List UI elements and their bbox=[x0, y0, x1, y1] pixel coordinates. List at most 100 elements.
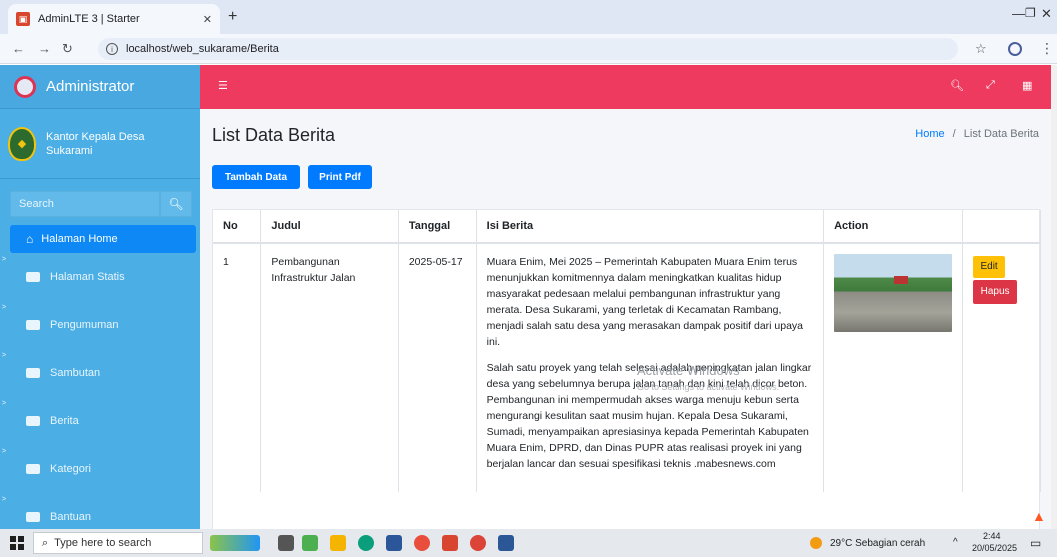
url-input[interactable]: i localhost/web_sukarame/Berita bbox=[98, 38, 958, 60]
sidebar-search: 🔍︎ bbox=[10, 191, 192, 217]
taskbar-search-box[interactable]: ⌕ Type here to search bbox=[33, 532, 203, 554]
berita-photo bbox=[834, 254, 953, 332]
new-tab-icon[interactable]: + bbox=[228, 8, 237, 26]
table-header-row: No Judul Tanggal Isi Berita Action bbox=[213, 210, 1041, 244]
sidebar-item-label: Bantuan bbox=[50, 511, 91, 523]
table-icon bbox=[26, 272, 40, 282]
forward-icon[interactable]: → bbox=[38, 41, 51, 56]
activate-windows-title: Activate Windows bbox=[637, 363, 740, 378]
profile-icon[interactable] bbox=[1008, 42, 1022, 56]
brand-logo-icon bbox=[14, 75, 36, 98]
berita-table: No Judul Tanggal Isi Berita Action 1 Pem… bbox=[213, 210, 1041, 492]
sidebar-search-input[interactable] bbox=[10, 191, 160, 217]
top-navbar: ☰ 🔍︎ ⤢ ▦ bbox=[200, 65, 1057, 109]
flame-icon: ▲ bbox=[1032, 508, 1046, 524]
navbar-search-icon[interactable]: 🔍︎ bbox=[950, 79, 964, 93]
browser-tab[interactable]: ▣ AdminLTE 3 | Starter ✕ bbox=[8, 4, 220, 34]
fullscreen-icon[interactable]: ⤢ bbox=[986, 79, 1000, 93]
task-view-icon[interactable] bbox=[278, 535, 294, 551]
table-icon bbox=[26, 368, 40, 378]
clock-date[interactable]: 20/05/2025 bbox=[972, 543, 1017, 553]
browser-tabbar: ▣ AdminLTE 3 | Starter ✕ + — ❐ ✕ bbox=[0, 0, 1057, 34]
sidebar-item-label: Halaman Home bbox=[41, 233, 118, 245]
col-isi-berita-header[interactable]: Isi Berita bbox=[476, 210, 825, 244]
breadcrumb-separator: / bbox=[952, 128, 956, 140]
windows-taskbar: ⌕ Type here to search 29°C Sebagian cera… bbox=[0, 529, 1057, 557]
reload-icon[interactable]: ↻ bbox=[62, 41, 73, 57]
weather-text[interactable]: 29°C Sebagian cerah bbox=[830, 538, 925, 549]
taskbar-search-icon: ⌕ bbox=[42, 536, 49, 549]
user-name[interactable]: Kantor Kepala Desa Sukarami bbox=[46, 130, 176, 158]
url-text: localhost/web_sukarame/Berita bbox=[126, 43, 279, 55]
cell-photo bbox=[823, 243, 964, 492]
cell-no: 1 bbox=[213, 243, 262, 492]
page-title: List Data Berita bbox=[212, 125, 336, 145]
tray-chevron-icon[interactable]: ^ bbox=[953, 537, 958, 548]
close-tab-icon[interactable]: ✕ bbox=[203, 13, 212, 26]
brand-link[interactable]: Administrator bbox=[0, 65, 200, 109]
edge-icon[interactable] bbox=[358, 535, 374, 551]
hapus-button[interactable]: Hapus bbox=[973, 280, 1018, 304]
back-icon[interactable]: ← bbox=[12, 41, 25, 56]
sidebar-item-sambutan[interactable]: > Sambutan bbox=[0, 349, 200, 397]
file-explorer-icon[interactable] bbox=[330, 535, 346, 551]
breadcrumb-home-link[interactable]: Home bbox=[915, 128, 944, 140]
site-info-icon[interactable]: i bbox=[106, 43, 118, 55]
home-icon: ⌂ bbox=[26, 232, 34, 246]
bookmark-star-icon[interactable]: ☆ bbox=[975, 41, 987, 57]
expand-marker-icon: > bbox=[2, 496, 7, 503]
weather-sun-icon bbox=[810, 537, 822, 549]
sidebar-item-halaman-home[interactable]: ⌂ Halaman Home bbox=[10, 225, 196, 253]
folder-icon bbox=[26, 512, 40, 522]
sidebar: Administrator ◆ Kantor Kepala Desa Sukar… bbox=[0, 65, 200, 529]
village-emblem-icon: ◆ bbox=[8, 126, 36, 161]
menu-kebab-icon[interactable]: ⋮ bbox=[1040, 40, 1054, 57]
page-scrollbar[interactable] bbox=[1051, 65, 1057, 529]
search-icon[interactable]: 🔍︎ bbox=[160, 191, 192, 217]
col-tanggal-header[interactable]: Tanggal bbox=[398, 210, 477, 244]
close-window-icon[interactable]: ✕ bbox=[1041, 6, 1052, 22]
sidebar-item-halaman-statis[interactable]: > Halaman Statis bbox=[0, 253, 200, 301]
col-empty-header bbox=[962, 210, 1041, 244]
col-judul-header[interactable]: Judul bbox=[260, 210, 399, 244]
app-icon[interactable] bbox=[414, 535, 430, 551]
adminlte-favicon-icon: ▣ bbox=[16, 12, 30, 26]
expand-marker-icon: > bbox=[2, 448, 7, 455]
data-table-card: No Judul Tanggal Isi Berita Action 1 Pem… bbox=[212, 209, 1041, 529]
col-no-header[interactable]: No bbox=[213, 210, 262, 244]
minimize-icon[interactable]: — bbox=[1012, 6, 1025, 21]
expand-marker-icon: > bbox=[2, 352, 7, 359]
tambah-data-button[interactable]: Tambah Data bbox=[212, 165, 300, 189]
notification-icon[interactable]: ▭ bbox=[1030, 536, 1041, 550]
sidebar-item-label: Halaman Statis bbox=[50, 271, 125, 283]
content-wrapper: List Data Berita Home / List Data Berita… bbox=[200, 109, 1051, 529]
sidebar-item-berita[interactable]: > Berita bbox=[0, 397, 200, 445]
adminlte-taskbar-icon[interactable] bbox=[442, 535, 458, 551]
breadcrumb: Home / List Data Berita bbox=[915, 128, 1039, 140]
activate-windows-subtitle: Go to Settings to activate Windows. bbox=[637, 382, 780, 392]
sidebar-item-label: Sambutan bbox=[50, 367, 101, 379]
expand-marker-icon: > bbox=[2, 256, 7, 263]
restore-icon[interactable]: ❐ bbox=[1025, 6, 1036, 20]
windows-start-icon[interactable] bbox=[10, 536, 24, 550]
table-icon bbox=[26, 320, 40, 330]
hamburger-menu-icon[interactable]: ☰ bbox=[218, 79, 232, 93]
word-icon[interactable] bbox=[498, 535, 514, 551]
edit-button[interactable]: Edit bbox=[973, 256, 1006, 278]
col-action-header[interactable]: Action bbox=[823, 210, 964, 244]
sidebar-item-kategori[interactable]: > Kategori bbox=[0, 445, 200, 493]
outlook-icon[interactable] bbox=[386, 535, 402, 551]
expand-marker-icon: > bbox=[2, 400, 7, 407]
clock-time[interactable]: 2:44 bbox=[983, 531, 1001, 541]
tab-title: AdminLTE 3 | Starter bbox=[38, 13, 140, 25]
control-sidebar-icon[interactable]: ▦ bbox=[1022, 79, 1036, 93]
table-row: 1 Pembangunan Infrastruktur Jalan 2025-0… bbox=[213, 243, 1041, 492]
chrome-icon[interactable] bbox=[470, 535, 486, 551]
taskbar-search-placeholder: Type here to search bbox=[54, 537, 152, 549]
sidebar-item-pengumuman[interactable]: > Pengumuman bbox=[0, 301, 200, 349]
user-panel: ◆ Kantor Kepala Desa Sukarami bbox=[0, 109, 200, 179]
sidebar-item-bantuan[interactable]: > Bantuan bbox=[0, 493, 200, 529]
store-icon[interactable] bbox=[302, 535, 318, 551]
print-pdf-button[interactable]: Print Pdf bbox=[308, 165, 372, 189]
weather-widget-icon[interactable] bbox=[210, 535, 260, 551]
